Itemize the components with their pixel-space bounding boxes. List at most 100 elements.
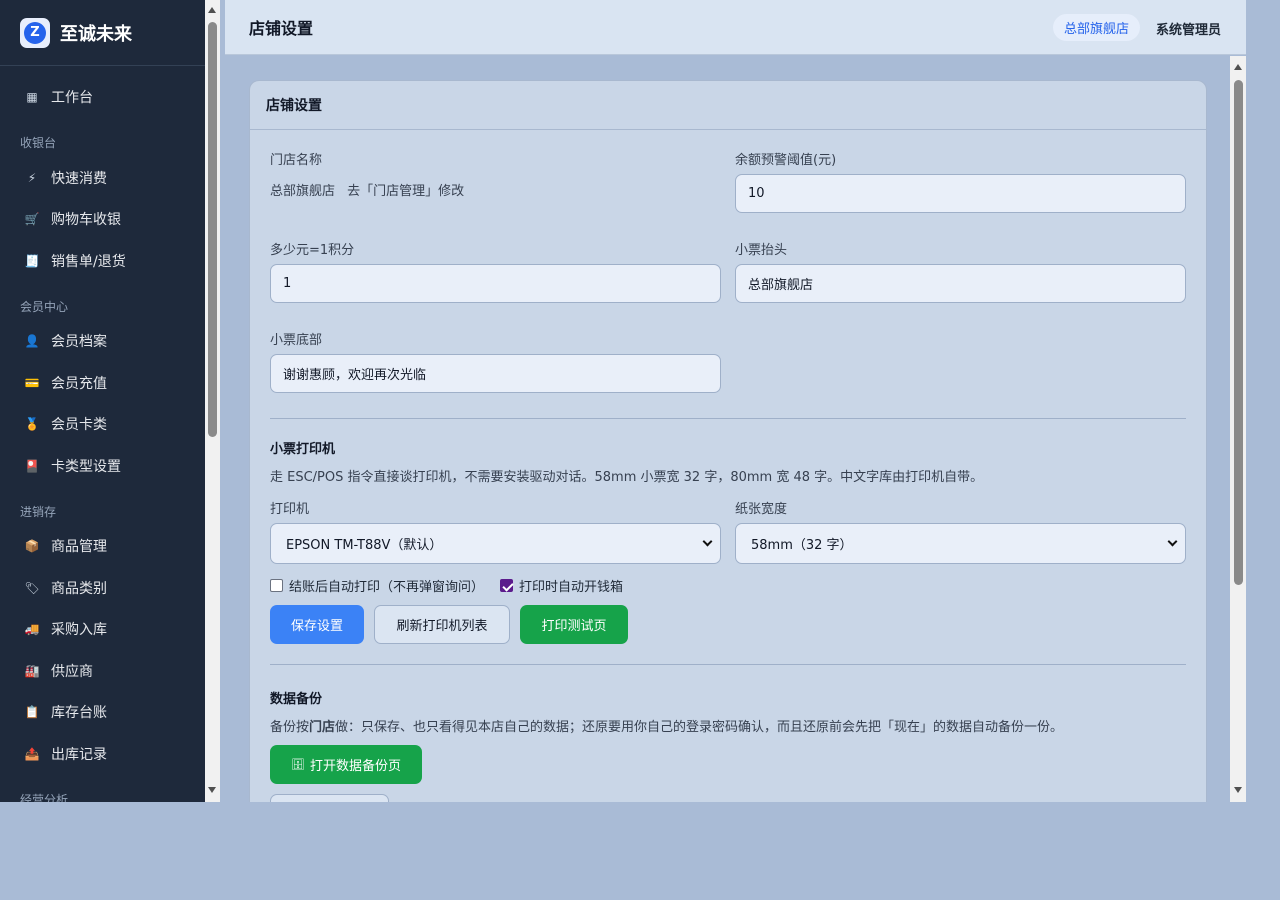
sidebar-item-label: 采购入库 [51, 622, 107, 639]
points-input[interactable]: 1 [270, 264, 721, 303]
section-divider [270, 664, 1186, 665]
auto-print-check-box[interactable] [270, 579, 283, 592]
print-test-page-button[interactable]: 打印测试页 [520, 605, 628, 644]
points-label: 多少元=1积分 [270, 243, 355, 258]
truck-icon: 🚚 [24, 622, 40, 637]
outbox-icon: 📤 [24, 746, 40, 761]
sidebar-item[interactable]: 📦 商品管理 [0, 526, 205, 568]
main-scrollbar[interactable] [1230, 56, 1246, 802]
backup-desc-bold: 门店 [309, 720, 336, 735]
secondary-backup-button[interactable] [270, 794, 389, 802]
sidebar-scrollbar[interactable] [205, 0, 220, 802]
receipt-icon: 🧾 [24, 253, 40, 268]
sidebar-item[interactable]: 💳 会员充值 [0, 362, 205, 404]
card-settings-icon: 🎴 [24, 458, 40, 473]
store-name-field: 门店名称 总部旗舰店 去「门店管理」修改 [270, 149, 464, 199]
store-name-value: 总部旗舰店 [270, 184, 336, 199]
scroll-down-arrow-icon[interactable] [1233, 787, 1242, 793]
sidebar-item[interactable]: 🎴 卡类型设置 [0, 445, 205, 487]
receipt-footer-input[interactable]: 谢谢惠顾，欢迎再次光临 [270, 354, 721, 393]
sidebar-scroll-thumb[interactable] [208, 22, 217, 437]
sidebar-item-label: 商品管理 [51, 539, 107, 556]
cash-drawer-checkbox[interactable]: 打印时自动开钱箱 [500, 576, 623, 595]
database-icon: 🗄 [291, 758, 305, 771]
cash-drawer-check-box[interactable] [500, 579, 513, 592]
receipt-header-field: 小票抬头 总部旗舰店 [735, 239, 1186, 303]
medal-icon: 🏅 [24, 417, 40, 432]
main-content: 店铺设置 门店名称 总部旗舰店 去「门店管理」修改 余额预警阈值(元) 10 多… [225, 56, 1230, 802]
sidebar-item[interactable]: 📋 库存台账 [0, 692, 205, 734]
refresh-printers-button[interactable]: 刷新打印机列表 [374, 605, 510, 644]
chevron-down-icon [702, 536, 713, 547]
backup-desc-suffix: 做：只保存、也只看得见本店自己的数据；还原要用你自己的登录密码确认，而且还原前会… [335, 720, 1064, 735]
printer-selected: EPSON TM-T88V（默认） [286, 538, 443, 553]
receipt-header-input[interactable]: 总部旗舰店 [735, 264, 1186, 303]
sidebar-group-title: 经营分析 [20, 792, 69, 803]
store-name-readonly: 总部旗舰店 去「门店管理」修改 [270, 180, 464, 199]
sidebar-item[interactable]: ⚡ 快速消费 [0, 157, 205, 199]
sidebar-item[interactable]: ▦ 工作台 [0, 76, 205, 118]
backup-section-desc: 备份按门店做：只保存、也只看得见本店自己的数据；还原要用你自己的登录密码确认，而… [270, 716, 1063, 735]
card-title: 店铺设置 [250, 81, 1206, 130]
user-icon: 👤 [24, 334, 40, 349]
page-title: 店铺设置 [249, 19, 314, 38]
box-icon: 📦 [24, 539, 40, 554]
paper-width-select[interactable]: 58mm（32 字） [735, 523, 1186, 564]
balance-field: 余额预警阈值(元) 10 [735, 149, 1186, 213]
scroll-down-arrow-icon[interactable] [208, 787, 216, 793]
receipt-footer-field: 小票底部 谢谢惠顾，欢迎再次光临 [270, 329, 721, 393]
auto-print-label: 结账后自动打印（不再弹窗询问） [289, 580, 485, 595]
printer-select[interactable]: EPSON TM-T88V（默认） [270, 523, 721, 564]
paper-width-label: 纸张宽度 [735, 502, 788, 517]
sidebar-item[interactable]: 🏭 供应商 [0, 650, 205, 692]
chevron-down-icon [1167, 536, 1178, 547]
sidebar-item-label: 供应商 [51, 663, 93, 680]
app-name: 至诚未来 [60, 23, 132, 45]
sidebar-group-title: 会员中心 [20, 299, 69, 314]
backup-desc-prefix: 备份按 [270, 720, 310, 735]
sidebar-item[interactable]: 🧾 销售单/退货 [0, 240, 205, 282]
factory-icon: 🏭 [24, 663, 40, 678]
main-scroll-thumb[interactable] [1233, 80, 1243, 585]
brand[interactable]: Z 至诚未来 [0, 0, 205, 66]
sidebar-nav: ▦ 工作台 收银台 ⚡ 快速消费 🛒 购物车收银 🧾 销售单/退货 会员中心 👤 会员档案 💳 会员充值 🏅… [0, 66, 205, 802]
sidebar-group-title: 收银台 [20, 136, 57, 150]
sidebar-item[interactable]: 🛒 购物车收银 [0, 199, 205, 241]
sidebar-item-label: 销售单/退货 [51, 253, 126, 270]
paper-width-selected: 58mm（32 字） [751, 538, 853, 553]
current-store-badge[interactable]: 总部旗舰店 [1052, 14, 1140, 41]
save-settings-button[interactable]: 保存设置 [270, 605, 364, 644]
open-backup-page-button[interactable]: 🗄 打开数据备份页 [270, 745, 422, 784]
sidebar-item[interactable]: 👤 会员档案 [0, 321, 205, 363]
scroll-up-arrow-icon[interactable] [208, 7, 216, 13]
sidebar-item-label: 卡类型设置 [51, 458, 121, 475]
printer-section-desc: 走 ESC/POS 指令直接谈打印机，不需要安装驱动对话。58mm 小票宽 32… [270, 470, 984, 485]
auto-print-checkbox[interactable]: 结账后自动打印（不再弹窗询问） [270, 576, 484, 595]
sidebar-item-label: 会员充值 [51, 375, 107, 392]
points-field: 多少元=1积分 1 [270, 239, 721, 303]
backup-section-title: 数据备份 [270, 692, 323, 707]
sidebar-item-label: 会员卡类 [51, 417, 107, 434]
receipt-header-label: 小票抬头 [735, 243, 788, 258]
settings-card: 店铺设置 门店名称 总部旗舰店 去「门店管理」修改 余额预警阈值(元) 10 多… [249, 80, 1207, 802]
sidebar-item[interactable]: 🚚 采购入库 [0, 609, 205, 651]
sidebar-group-title: 进销存 [20, 504, 57, 519]
cart-icon: 🛒 [24, 212, 40, 227]
sidebar-item-label: 会员档案 [51, 334, 107, 351]
user-name[interactable]: 系统管理员 [1156, 19, 1221, 38]
printer-field: 打印机 EPSON TM-T88V（默认） [270, 498, 721, 564]
scroll-up-arrow-icon[interactable] [1233, 64, 1242, 70]
top-header: 店铺设置 总部旗舰店 系统管理员 [225, 0, 1246, 55]
sidebar-item[interactable]: 🏷 商品类别 [0, 567, 205, 609]
printer-section-title: 小票打印机 [270, 442, 336, 457]
receipt-footer-label: 小票底部 [270, 333, 323, 348]
sidebar-item[interactable]: 📤 出库记录 [0, 733, 205, 775]
tag-icon: 🏷 [24, 580, 40, 595]
printer-label: 打印机 [270, 502, 310, 517]
ledger-icon: 📋 [24, 705, 40, 720]
logo-letter: Z [24, 21, 46, 44]
balance-input[interactable]: 10 [735, 174, 1186, 213]
sidebar-item[interactable]: 🏅 会员卡类 [0, 404, 205, 446]
sidebar-item-label: 商品类别 [51, 580, 107, 597]
open-backup-label: 打开数据备份页 [309, 759, 401, 774]
